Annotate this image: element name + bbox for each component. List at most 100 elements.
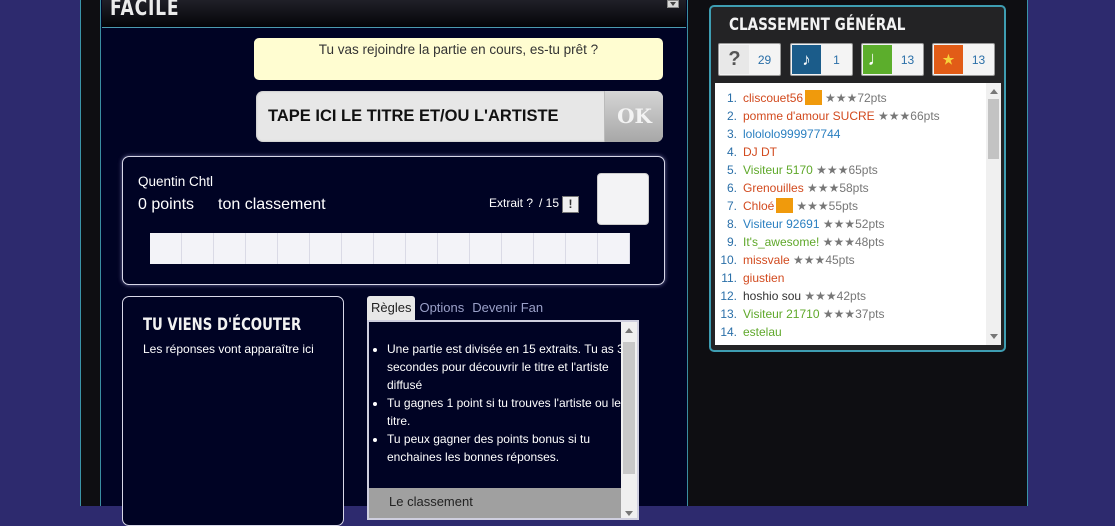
ranking-entry[interactable]: 3. lolololo999977744 <box>715 125 985 143</box>
collapse-icon[interactable] <box>667 0 679 8</box>
tab-rules[interactable]: Règles <box>367 296 416 320</box>
ranking-entry[interactable]: 5. Visiteur 5170 ★★★65pts <box>715 161 985 179</box>
player-name[interactable]: It's_awesome! <box>743 235 819 249</box>
rank-number: 10. <box>720 253 737 267</box>
category-count: 29 <box>757 52 772 67</box>
player-name[interactable]: pomme d'amour SUCRE <box>743 109 875 123</box>
rank-number: 1. <box>726 91 737 105</box>
heard-subtitle: Les réponses vont apparaître ici <box>143 342 314 356</box>
category-music-button[interactable]: ♪ 1 <box>790 43 853 76</box>
rank-number: 2. <box>726 109 737 123</box>
player-name[interactable]: Chloé <box>743 199 774 213</box>
ranking-entry[interactable]: 1. cliscouet56 ★★★72pts <box>715 89 985 107</box>
player-name[interactable]: estelau <box>743 325 782 339</box>
tab-options[interactable]: Options <box>415 296 468 320</box>
progress-cell <box>310 233 342 264</box>
scroll-thumb[interactable] <box>623 342 635 474</box>
category-star-button[interactable]: ★ 13 <box>932 43 995 76</box>
category-count: 1 <box>833 52 840 67</box>
scroll-up-icon[interactable] <box>990 89 998 94</box>
player-score: 55pts <box>828 199 858 213</box>
rank-number: 12. <box>720 289 737 303</box>
extract-progress <box>150 233 630 264</box>
scroll-thumb[interactable] <box>988 99 999 159</box>
ranking-list-box: 1. cliscouet56 ★★★72pts 2. pomme d'amour SUC… <box>715 83 1001 345</box>
ranking-title: CLASSEMENT GÉNÉRAL <box>729 15 906 35</box>
rank-number: 14. <box>720 325 737 339</box>
player-score: 52pts <box>855 217 885 231</box>
player-points: 0 points <box>138 196 195 213</box>
category-count: 13 <box>971 52 986 67</box>
scroll-up-icon[interactable] <box>625 328 633 333</box>
rule-item: Tu peux gagner des points bonus si tu en… <box>387 430 637 466</box>
progress-cell <box>438 233 470 264</box>
player-name[interactable]: cliscouet56 <box>743 91 803 105</box>
extract-total: / 15 <box>539 196 560 210</box>
player-name[interactable]: Grenouilles <box>743 181 804 195</box>
rules-list: Une partie est divisée en 15 extraits. T… <box>369 340 637 466</box>
tab-fan[interactable]: Devenir Fan <box>468 296 547 320</box>
progress-cell <box>150 233 182 264</box>
rank-number: 9. <box>726 235 737 249</box>
category-unknown-button[interactable]: ? 29 <box>718 43 781 76</box>
ranking-scrollbar[interactable] <box>986 83 1001 345</box>
player-score: 42pts <box>836 289 867 303</box>
stars-icon: ★★★ <box>804 289 837 303</box>
player-name[interactable]: lolololo999977744 <box>743 127 840 141</box>
category-count: 13 <box>900 52 915 67</box>
scroll-down-icon[interactable] <box>990 334 998 339</box>
music-note-icon: ♪ <box>792 45 821 74</box>
player-rank-label: ton classement <box>218 196 326 213</box>
player-name[interactable]: hoshio sou <box>743 289 801 303</box>
rules-footer[interactable]: Le classement <box>369 488 623 518</box>
stars-icon: ★★★ <box>878 109 911 123</box>
category-mic-button[interactable]: ♩ 13 <box>861 43 924 76</box>
progress-cell <box>502 233 534 264</box>
help-icon[interactable]: ! <box>562 196 579 213</box>
stars-icon: ★★★ <box>822 307 856 321</box>
player-name[interactable]: missvale <box>743 253 790 267</box>
player-name[interactable]: DJ DT <box>743 145 777 159</box>
ranking-entry[interactable]: 10. missvale ★★★45pts <box>715 251 985 269</box>
ranking-entry[interactable]: 9. It's_awesome! ★★★48pts <box>715 233 985 251</box>
rank-number: 6. <box>726 181 737 195</box>
ranking-list: 1. cliscouet56 ★★★72pts 2. pomme d'amour SUC… <box>715 89 985 341</box>
ranking-entry[interactable]: 12. hoshio sou ★★★42pts <box>715 287 985 305</box>
stars-icon: ★★★ <box>816 163 849 177</box>
ranking-entry[interactable]: 4. DJ DT <box>715 143 985 161</box>
heard-title: TU VIENS D'ÉCOUTER <box>143 315 302 335</box>
album-cover-placeholder <box>597 173 649 225</box>
progress-cell <box>342 233 374 264</box>
player-name[interactable]: giustien <box>743 271 784 285</box>
difficulty-title: FACILE <box>110 0 180 21</box>
ranking-entry[interactable]: 2. pomme d'amour SUCRE ★★★66pts <box>715 107 985 125</box>
ranking-entry[interactable]: 6. Grenouilles ★★★58pts <box>715 179 985 197</box>
player-name[interactable]: Visiteur 21710 <box>743 307 820 321</box>
microphone-icon: ♩ <box>863 45 892 74</box>
rules-scrollbar[interactable] <box>621 322 637 518</box>
player-score: 58pts <box>839 181 869 195</box>
progress-cell <box>246 233 278 264</box>
game-title-bar <box>102 0 686 28</box>
player-name[interactable]: Visiteur 5170 <box>743 163 813 177</box>
ranking-entry[interactable]: 7. Chloé ★★★55pts <box>715 197 985 215</box>
progress-cell <box>214 233 246 264</box>
ok-button[interactable]: OK <box>604 91 663 142</box>
progress-cell <box>566 233 598 264</box>
player-name[interactable]: Visiteur 92691 <box>743 217 820 231</box>
question-icon: ? <box>720 45 749 74</box>
medal-icon <box>776 198 794 213</box>
answer-input[interactable] <box>256 91 604 142</box>
progress-cell <box>598 233 630 264</box>
scroll-down-icon[interactable] <box>625 511 633 516</box>
ranking-entry[interactable]: 14. estelau <box>715 323 985 341</box>
ranking-entry[interactable]: 13. Visiteur 21710 ★★★37pts <box>715 305 985 323</box>
rank-number: 7. <box>726 199 737 213</box>
ranking-entry[interactable]: 8. Visiteur 92691 ★★★52pts <box>715 215 985 233</box>
rule-item: Une partie est divisée en 15 extraits. T… <box>387 340 637 394</box>
rank-number: 3. <box>726 127 737 141</box>
player-score: 66pts <box>910 109 940 123</box>
progress-cell <box>406 233 438 264</box>
ranking-entry[interactable]: 11. giustien <box>715 269 985 287</box>
rank-number: 4. <box>726 145 737 159</box>
